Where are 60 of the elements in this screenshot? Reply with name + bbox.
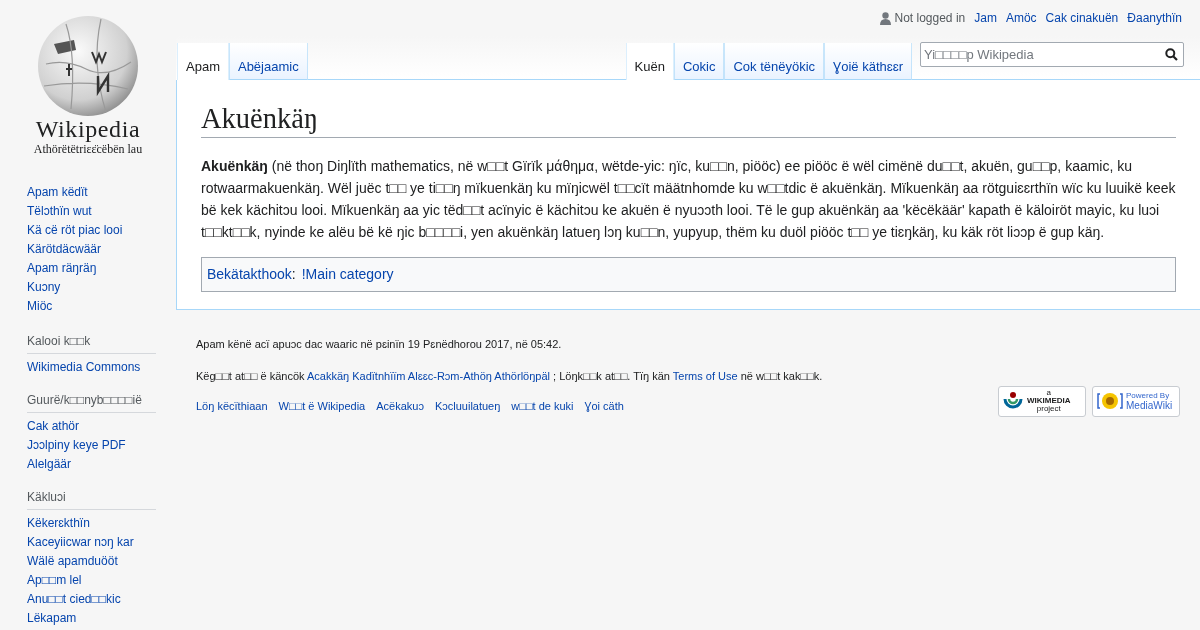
view-tab[interactable]: Ɣoië käthɛɛr <box>824 43 912 80</box>
sidebar-link[interactable]: Miöc <box>27 299 53 313</box>
license-text: Këg□□t at□□ ë käncök Acakkäŋ Kadïtnhïïm Alɛɛc-Rɔm-Athöŋ Athörlöŋpäl ; Löŋk□□k at□□. Tïŋ kän Terms of Use në w□□t kak□□k. <box>196 368 823 384</box>
colon-separator: : <box>291 265 296 284</box>
badge-text: project <box>1036 405 1061 413</box>
view-tab[interactable]: Kuën <box>625 43 674 80</box>
sidebar-link[interactable]: Wälë apamduööt <box>27 554 118 568</box>
badge-text: a <box>1046 389 1051 397</box>
namespace-tab[interactable]: Apam <box>177 43 229 80</box>
search-field[interactable]: Yi□□□□p Wikipedia <box>920 42 1184 67</box>
sidebar-link[interactable]: Kaceyiicwar nɔŋ kar <box>27 535 134 549</box>
footer-link[interactable]: Acëkakuɔ <box>376 398 424 415</box>
view-tab[interactable]: Cokic <box>673 43 725 80</box>
badge-title: MediaWiki <box>1126 401 1173 411</box>
view-tab[interactable]: Cok tënëyökic <box>724 43 825 80</box>
sidebar-heading: Kalooi k□□k <box>27 333 156 354</box>
sidebar-heading: Käkluɔi <box>27 489 156 510</box>
sidebar-link[interactable]: Lëkapam <box>27 611 77 625</box>
sidebar-link[interactable]: Cak athör <box>27 419 80 433</box>
wordmark[interactable]: Wikipedia <box>35 116 141 142</box>
personal-link[interactable]: Amöc <box>1005 9 1037 27</box>
sidebar-link[interactable]: Kä cë röt piac looi <box>27 223 123 237</box>
sidebar-link[interactable]: Anu□□t cied□□kic <box>27 592 121 606</box>
footer-link[interactable]: Kɔcluuilatueŋ <box>434 398 501 415</box>
badge-title: WIKIMEDIA <box>1027 397 1071 405</box>
sidebar-link[interactable]: Apam räŋräŋ <box>27 261 97 275</box>
sidebar-link[interactable]: Kärötdäcwäär <box>27 242 102 256</box>
category-link[interactable]: !Main category <box>301 264 394 285</box>
sidebar-link[interactable]: Jɔɔlpiny keye PDF <box>27 438 126 452</box>
page-title: Akuënkäŋ <box>201 102 1176 138</box>
tagline: Athörëtëtriɛɛ̈cëbën lau <box>33 142 143 156</box>
article-paragraph: Akuënkäŋ (në thoŋ Diŋlïth mathematics, në w□□t Gïrïk μάθημα, wëtde-yic: ŋïc, ku□□n, piööc) ee piööc ë wël cimënë du□□t, akuën, gu□□p, kaamic, ku rotwaarmakuenkäŋ. Wël juëc t□□ ye ti□□ŋ mïkuenkäŋ ku mïŋicwël t□□cït määtnhomde ku w□□tdic ë akuënkäŋ. Mïkuenkäŋ aa rötguiɛɛrthïn wïc ku luuikë keek bë kek kächitɔu looi. Mïkuenkäŋ aa yic tëd□□t acïnyic ë kächitɔu ke akuën ë nyuɔɔth looi. Të le gup akuënkäŋ aa 'këcëkäär' kapath ë käloiröt mayic, ku luɔi t□□kt□□k, nyinde ke alëu bë kë ŋic b□□□□i, yen akuënkäŋ latueŋ lɔŋ ku□□n, yupyup, thëm ku duöl piööc t□□ ye tiɛŋkäŋ, ku käk röt liɔɔp ë gup käŋ. <box>201 157 1176 242</box>
categories-link[interactable]: Bekätakthook <box>207 264 292 285</box>
login-status: Not logged in <box>894 10 966 27</box>
mediawiki-badge[interactable]: Powered By MediaWiki <box>1092 385 1180 417</box>
sidebar-heading: Guurë/k□□nyb□□□□iё <box>27 392 156 413</box>
personal-link[interactable]: Cak cinakuën <box>1045 9 1119 27</box>
personal-link[interactable]: Ɖaanythïn <box>1127 9 1182 27</box>
wikimedia-badge[interactable]: a WIKIMEDIA project <box>998 385 1086 417</box>
search-icon[interactable] <box>1165 48 1178 61</box>
badge-text: Powered By <box>1126 391 1171 401</box>
user-icon <box>879 11 891 25</box>
sidebar-link[interactable]: Alelgäär <box>27 457 72 471</box>
footer-link[interactable]: W□□t ë Wikipedia <box>278 398 366 415</box>
globe-logo-icon <box>36 14 140 118</box>
sidebar-link[interactable]: Këkerɛkthïn <box>27 516 90 530</box>
namespace-tab[interactable]: Abëjaamic <box>228 43 308 80</box>
footer-link[interactable]: w□□t de kuki <box>511 398 574 415</box>
license-link[interactable]: Terms of Use <box>672 369 738 382</box>
license-link[interactable]: Acakkäŋ Kadïtnhïïm Alɛɛc-Rɔm-Athöŋ Athörlöŋpäl <box>306 369 550 382</box>
last-edited-text: Apam kënë acï apuɔc dac waaric në pɛinïn 19 Pɛnëdhorou 2017, në 05:42. <box>196 337 563 352</box>
sidebar-link[interactable]: Wikimedia Commons <box>27 360 141 374</box>
footer-link[interactable]: Löŋ këcïthiaan <box>196 398 268 415</box>
personal-link[interactable]: Jam <box>974 9 997 27</box>
sidebar-link[interactable]: Apam këdït <box>27 185 88 199</box>
sidebar-link[interactable]: Ap□□m lel <box>27 573 82 587</box>
footer-link[interactable]: Ɣoi cäth <box>584 398 624 415</box>
sidebar-link[interactable]: Kuɔny <box>27 280 61 294</box>
sunflower-icon <box>1097 391 1123 411</box>
sidebar-link[interactable]: Tëlɔthïn wut <box>27 204 92 218</box>
